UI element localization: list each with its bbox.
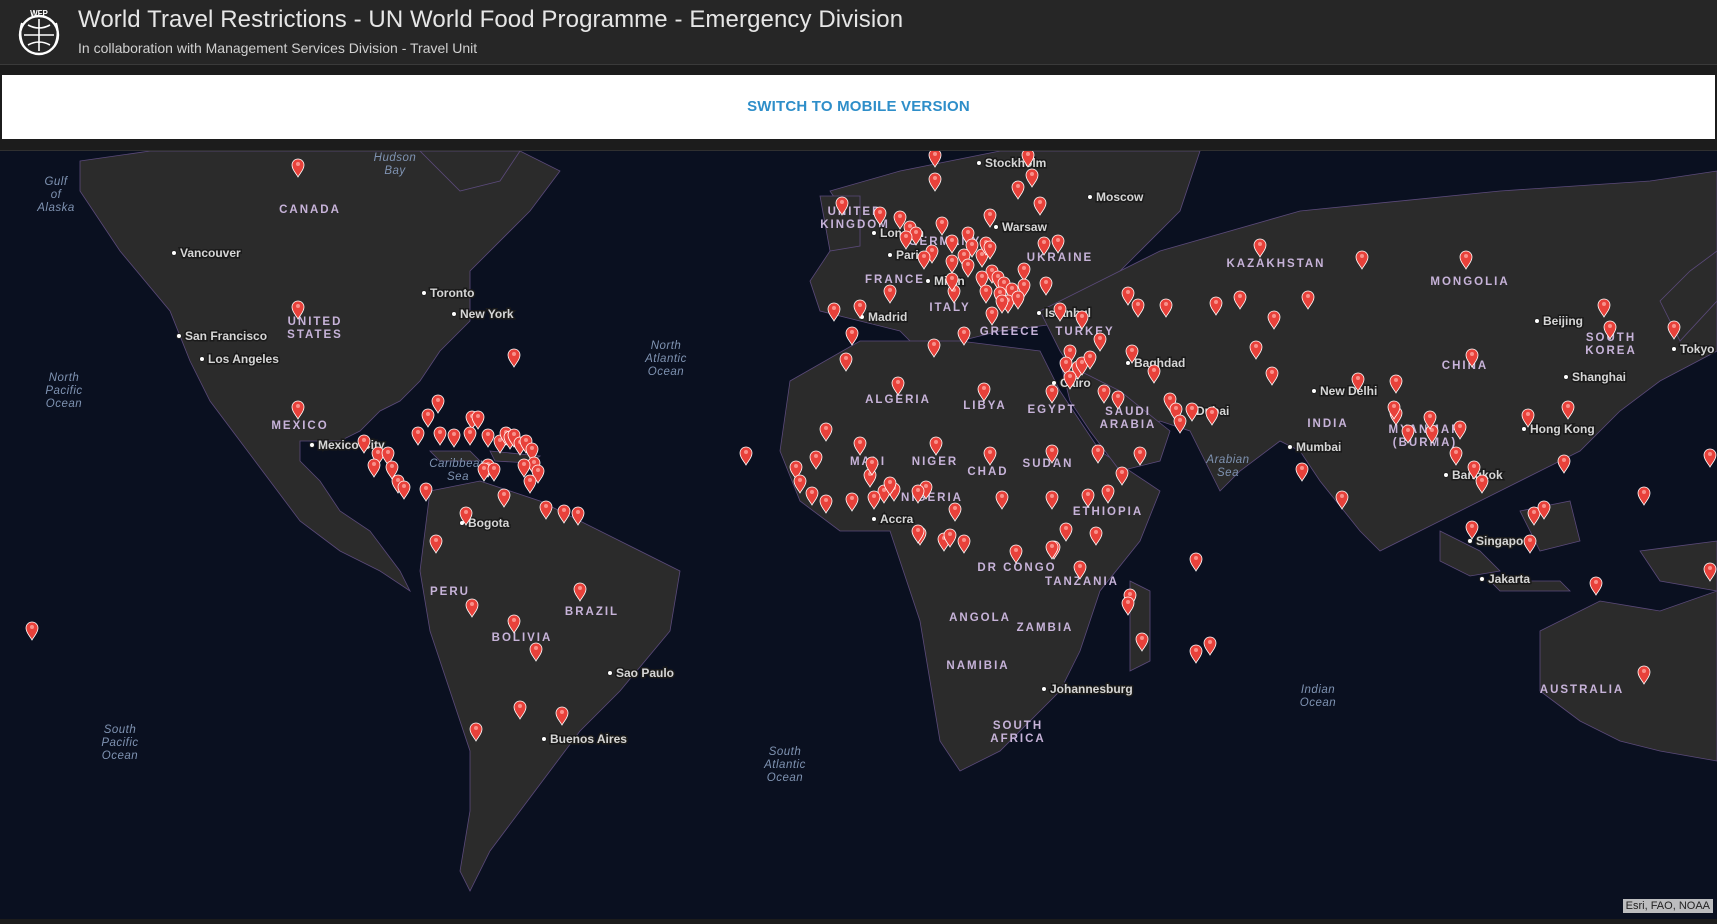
map-attribution: Esri, FAO, NOAA [1622,899,1713,913]
country-label: ANGOLA [949,612,1011,624]
country-label: INDIA [1307,418,1348,430]
country-label: EGYPT [1028,404,1077,416]
country-label: NAMIBIA [946,660,1009,672]
country-label: DR CONGO [977,562,1056,574]
wfp-logo-icon: WFP [18,9,60,56]
country-label: UNITED STATES [287,316,343,341]
city-dot [993,224,999,230]
country-label: MONGOLIA [1430,276,1509,288]
country-label: TANZANIA [1045,576,1119,588]
svg-text:WFP: WFP [30,9,48,18]
city-label: Sao Paulo [616,666,674,680]
mobile-switch-bar: SWITCH TO MOBILE VERSION [2,75,1715,139]
city-dot [607,670,613,676]
switch-to-mobile-button[interactable]: SWITCH TO MOBILE VERSION [2,75,1715,139]
country-label: FRANCE [865,274,925,286]
city-dot [451,311,457,317]
city-dot [421,290,427,296]
city-label: San Francisco [185,329,267,343]
city-dot [1036,310,1042,316]
city-dot [871,516,877,522]
city-label: Accra [880,512,914,526]
page-subtitle: In collaboration with Management Service… [78,40,478,56]
country-label: CANADA [279,204,341,216]
city-label: Shanghai [1572,370,1626,384]
city-label: Warsaw [1002,220,1048,234]
city-label: New Delhi [1320,384,1377,398]
country-label: MYANMAR (BURMA) [1389,424,1462,449]
country-label: AUSTRALIA [1540,684,1624,696]
world-map[interactable]: Gulf of Alaska Hudson Bay North Pacific Ocean No… [0,150,1717,919]
city-label: Johannesburg [1050,682,1133,696]
city-dot [1125,360,1131,366]
country-label: GREECE [980,326,1041,338]
country-label: ZAMBIA [1017,622,1074,634]
country-label: CHAD [967,466,1008,478]
city-dot [1311,388,1317,394]
city-label: Hong Kong [1530,422,1595,436]
city-dot [309,442,315,448]
city-dot [976,160,982,166]
country-label: BRAZIL [565,606,619,618]
city-label: Bogota [468,516,510,530]
city-label: Moscow [1096,190,1144,204]
country-label: MEXICO [271,420,328,432]
city-label: Mumbai [1296,440,1341,454]
ocean-label: South Pacific Ocean [101,724,138,762]
country-label: CHINA [1442,360,1488,372]
city-dot [1479,576,1485,582]
country-label: NIGERIA [901,492,963,504]
city-label: Toronto [430,286,474,300]
city-label: Los Angeles [208,352,279,366]
ocean-label: Indian Ocean [1300,684,1336,709]
city-label: Buenos Aires [550,732,627,746]
city-dot [1563,374,1569,380]
country-label: ETHIOPIA [1073,506,1143,518]
city-label: New York [460,307,514,321]
city-dot [541,736,547,742]
page-title: World Travel Restrictions - UN World Foo… [78,6,904,33]
city-dot [1521,426,1527,432]
city-label: Baghdad [1134,356,1185,370]
city-dot [871,230,877,236]
city-dot [171,250,177,256]
app-header: WFP World Travel Restrictions - UN World… [0,0,1717,65]
country-label: SOUTH AFRICA [990,720,1045,745]
country-label: LIBYA [963,400,1006,412]
city-label: Jakarta [1488,572,1530,586]
city-dot [887,252,893,258]
country-label: PERU [430,586,470,598]
city-label: Beijing [1543,314,1583,328]
city-dot [199,356,205,362]
city-label: Madrid [868,310,907,324]
city-dot [1534,318,1540,324]
city-dot [1041,686,1047,692]
ocean-label: North Atlantic Ocean [644,340,687,378]
city-dot [925,278,931,284]
country-label: ITALY [929,302,970,314]
city-label: Vancouver [180,246,241,260]
country-label: KAZAKHSTAN [1226,258,1325,270]
ocean-label: South Atlantic Ocean [763,746,806,784]
country-label: SUDAN [1023,458,1074,470]
country-label: UKRAINE [1027,252,1093,264]
ocean-label: North Pacific Ocean [45,372,82,410]
country-label: BOLIVIA [492,632,553,644]
city-dot [1287,444,1293,450]
city-dot [176,333,182,339]
country-label: NIGER [912,456,958,468]
city-label: Stockholm [985,156,1046,170]
city-label: Tokyo [1680,342,1714,356]
city-dot [1443,472,1449,478]
city-dot [1087,194,1093,200]
city-dot [1671,346,1677,352]
map-canvas[interactable]: Gulf of AlaskaHudson BayNorth Pacific OceanNo… [0,151,1717,919]
country-label: SAUDI ARABIA [1100,406,1157,431]
